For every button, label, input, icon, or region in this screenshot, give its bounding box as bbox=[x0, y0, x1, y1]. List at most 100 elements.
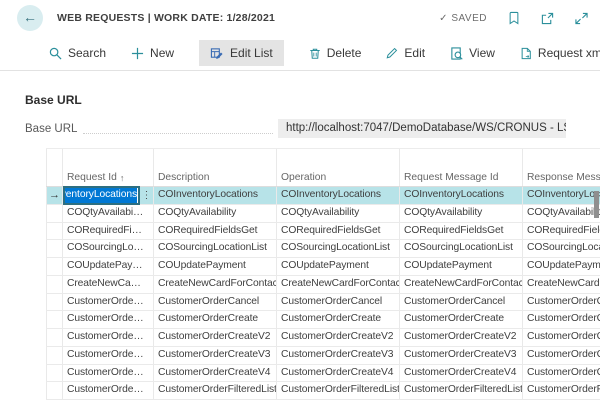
cell-description[interactable]: CustomerOrderCreateV3 bbox=[154, 347, 277, 364]
row-gutter[interactable] bbox=[46, 382, 63, 399]
cell-request-id[interactable]: CreateNewCardForContact bbox=[63, 276, 154, 293]
table-row: CustomerOrderCancelCustomerOrderCancelCu… bbox=[46, 294, 600, 312]
toolbar-label: Edit bbox=[404, 46, 425, 60]
toolbar-label: View bbox=[469, 46, 495, 60]
cell-description[interactable]: CreateNewCardForContact bbox=[154, 276, 277, 293]
cell-response-message-id[interactable]: COUpdatePayment bbox=[523, 258, 600, 275]
cell-operation[interactable]: CustomerOrderCreate bbox=[277, 311, 400, 328]
cell-response-message-id[interactable]: CustomerOrderCreateV3 bbox=[523, 347, 600, 364]
cell-request-id[interactable]: CORequiredFieldsGet bbox=[63, 223, 154, 240]
request-id-edit-box[interactable]: nventoryLocations bbox=[63, 186, 140, 205]
saved-status: ✓ SAVED bbox=[439, 13, 487, 24]
cell-description[interactable]: CustomerOrderCreate bbox=[154, 311, 277, 328]
row-gutter[interactable] bbox=[46, 311, 63, 328]
cell-description[interactable]: COQtyAvailability bbox=[154, 205, 277, 222]
cell-request-id[interactable]: CustomerOrderCreate bbox=[63, 311, 154, 328]
column-header-request-message-id[interactable]: Request Message Id bbox=[400, 166, 523, 186]
cell-operation[interactable]: COSourcingLocationList bbox=[277, 240, 400, 257]
toolbar-search-button[interactable]: Search bbox=[49, 40, 106, 66]
cell-request-id[interactable]: CustomerOrderCreateV2 bbox=[63, 329, 154, 346]
cell-response-message-id[interactable]: CustomerOrderFilteredList bbox=[523, 382, 600, 399]
cell-response-message-id[interactable]: COSourcingLocationList bbox=[523, 240, 600, 257]
toolbar-edit-button[interactable]: Edit bbox=[386, 40, 425, 66]
cell-operation[interactable]: COInventoryLocations bbox=[277, 187, 400, 205]
cell-request-message-id[interactable]: CustomerOrderCreateV3 bbox=[400, 347, 523, 364]
cell-response-message-id[interactable]: COInventoryLocations bbox=[523, 187, 600, 205]
cell-request-message-id[interactable]: CustomerOrderCancel bbox=[400, 294, 523, 311]
edit-list-icon bbox=[210, 47, 224, 60]
cell-operation[interactable]: CustomerOrderCreateV4 bbox=[277, 365, 400, 382]
cell-description[interactable]: CustomerOrderCreateV2 bbox=[154, 329, 277, 346]
column-header-response-message-id[interactable]: Response Message Id bbox=[523, 166, 600, 186]
row-gutter[interactable] bbox=[46, 223, 63, 240]
cell-request-message-id[interactable]: COUpdatePayment bbox=[400, 258, 523, 275]
cell-description[interactable]: COInventoryLocations bbox=[154, 187, 277, 205]
cell-request-id[interactable]: COUpdatePayment bbox=[63, 258, 154, 275]
row-gutter[interactable] bbox=[46, 205, 63, 222]
row-gutter[interactable] bbox=[46, 258, 63, 275]
cell-operation[interactable]: COUpdatePayment bbox=[277, 258, 400, 275]
cell-description[interactable]: COSourcingLocationList bbox=[154, 240, 277, 257]
cell-request-id[interactable]: COSourcingLocationList bbox=[63, 240, 154, 257]
table-row: CustomerOrderCreateV2CustomerOrderCreate… bbox=[46, 329, 600, 347]
popout-icon[interactable] bbox=[541, 12, 554, 25]
cell-request-id[interactable]: CustomerOrderCreateV4 bbox=[63, 365, 154, 382]
cell-description[interactable]: CustomerOrderCancel bbox=[154, 294, 277, 311]
cell-request-message-id[interactable]: CustomerOrderCreateV4 bbox=[400, 365, 523, 382]
cell-request-message-id[interactable]: CustomerOrderFilteredList bbox=[400, 382, 523, 399]
bookmark-icon[interactable] bbox=[508, 11, 520, 25]
cell-description[interactable]: CustomerOrderCreateV4 bbox=[154, 365, 277, 382]
row-gutter[interactable] bbox=[46, 276, 63, 293]
vertical-scrollbar-thumb[interactable] bbox=[594, 191, 599, 218]
toolbar-new-button[interactable]: New bbox=[131, 40, 174, 66]
column-header-operation[interactable]: Operation bbox=[277, 166, 400, 186]
cell-request-id[interactable]: CustomerOrderCancel bbox=[63, 294, 154, 311]
selected-row-marker[interactable]: → bbox=[46, 187, 63, 205]
toolbar-request-xml-button[interactable]: Request xml bbox=[520, 40, 600, 66]
cell-operation[interactable]: CORequiredFieldsGet bbox=[277, 223, 400, 240]
cell-response-message-id[interactable]: COQtyAvailability bbox=[523, 205, 600, 222]
cell-request-message-id[interactable]: CORequiredFieldsGet bbox=[400, 223, 523, 240]
cell-response-message-id[interactable]: CustomerOrderCreateV4 bbox=[523, 365, 600, 382]
cell-response-message-id[interactable]: CORequiredFieldsGet bbox=[523, 223, 600, 240]
cell-request-message-id[interactable]: CustomerOrderCreate bbox=[400, 311, 523, 328]
row-gutter[interactable] bbox=[46, 329, 63, 346]
cell-operation[interactable]: CustomerOrderFilteredList bbox=[277, 382, 400, 399]
row-gutter[interactable] bbox=[46, 365, 63, 382]
cell-operation[interactable]: CustomerOrderCancel bbox=[277, 294, 400, 311]
cell-description[interactable]: COUpdatePayment bbox=[154, 258, 277, 275]
row-options-icon[interactable]: ⋮ bbox=[140, 188, 153, 205]
cell-operation[interactable]: COQtyAvailability bbox=[277, 205, 400, 222]
cell-operation[interactable]: CreateNewCardForContact bbox=[277, 276, 400, 293]
row-gutter[interactable] bbox=[46, 294, 63, 311]
cell-response-message-id[interactable]: CustomerOrderCancel bbox=[523, 294, 600, 311]
cell-request-message-id[interactable]: CustomerOrderCreateV2 bbox=[400, 329, 523, 346]
cell-request-id[interactable]: nventoryLocations⋮ bbox=[63, 187, 154, 205]
cell-response-message-id[interactable]: CustomerOrderCreateV2 bbox=[523, 329, 600, 346]
strip-cell bbox=[46, 149, 63, 166]
cell-request-message-id[interactable]: CreateNewCardForContact bbox=[400, 276, 523, 293]
cell-request-message-id[interactable]: COInventoryLocations bbox=[400, 187, 523, 205]
cell-request-id[interactable]: COQtyAvailability bbox=[63, 205, 154, 222]
column-header-description[interactable]: Description bbox=[154, 166, 277, 186]
toolbar-view-button[interactable]: View bbox=[450, 40, 495, 66]
expand-icon[interactable] bbox=[575, 12, 588, 25]
cell-request-message-id[interactable]: COSourcingLocationList bbox=[400, 240, 523, 257]
cell-description[interactable]: CORequiredFieldsGet bbox=[154, 223, 277, 240]
cell-operation[interactable]: CustomerOrderCreateV3 bbox=[277, 347, 400, 364]
cell-description[interactable]: CustomerOrderFilteredList bbox=[154, 382, 277, 399]
row-gutter[interactable] bbox=[46, 347, 63, 364]
toolbar-delete-button[interactable]: Delete bbox=[309, 40, 362, 66]
cell-response-message-id[interactable]: CreateNewCardForContact bbox=[523, 276, 600, 293]
cell-request-id[interactable]: CustomerOrderCreateV3 bbox=[63, 347, 154, 364]
toolbar-edit-list-button[interactable]: Edit List bbox=[199, 40, 284, 66]
cell-request-message-id[interactable]: COQtyAvailability bbox=[400, 205, 523, 222]
cell-response-message-id[interactable]: CustomerOrderCreate bbox=[523, 311, 600, 328]
column-header-request-id[interactable]: Request Id↑ bbox=[63, 166, 154, 186]
cell-request-id[interactable]: CustomerOrderFilteredList bbox=[63, 382, 154, 399]
view-icon bbox=[450, 47, 463, 60]
back-button[interactable]: ← bbox=[17, 5, 43, 31]
cell-operation[interactable]: CustomerOrderCreateV2 bbox=[277, 329, 400, 346]
row-gutter[interactable] bbox=[46, 240, 63, 257]
base-url-input[interactable]: http://localhost:7047/DemoDatabase/WS/CR… bbox=[278, 119, 566, 138]
